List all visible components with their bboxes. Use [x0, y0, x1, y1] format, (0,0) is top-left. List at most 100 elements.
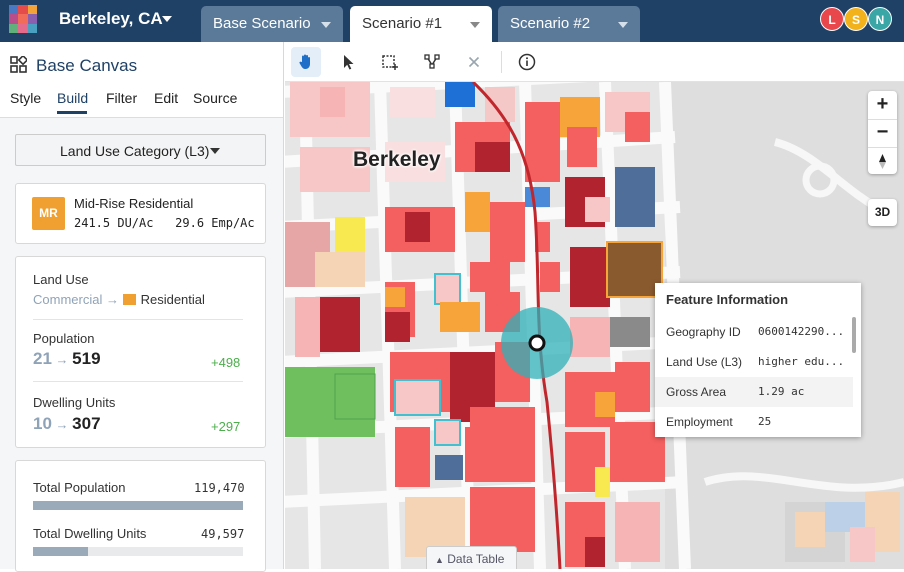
dwelling-units-from: 10 — [33, 414, 52, 433]
population-label: Population — [33, 331, 95, 346]
total-dwelling-units-value: 49,597 — [201, 527, 245, 541]
total-population-bar — [33, 501, 243, 510]
total-dwelling-units-bar — [33, 547, 243, 556]
map-place-label: Berkeley — [353, 148, 441, 171]
map-toolbar — [285, 42, 904, 82]
dwelling-units-label: Dwelling Units — [33, 395, 116, 410]
vertex-tool-button[interactable] — [417, 47, 447, 77]
feature-info-value: 1.29 ac — [758, 385, 805, 398]
feature-info-row: Land Use (L3) higher edu... — [655, 347, 853, 377]
tab-style[interactable]: Style — [10, 90, 41, 106]
app-logo[interactable] — [9, 5, 37, 33]
vertex-icon — [424, 54, 440, 69]
data-table-toggle[interactable]: ▲ Data Table — [426, 546, 517, 569]
feature-info-value: higher edu... — [758, 355, 845, 368]
tab-label: Scenario #2 — [510, 15, 591, 32]
total-dwelling-units-bar-fill — [33, 547, 88, 556]
toolbar-divider — [501, 51, 502, 73]
hand-tool-button[interactable] — [291, 47, 321, 77]
land-use-to: Residential — [140, 292, 205, 307]
building-type-badge: MR — [32, 197, 65, 230]
compass-icon — [879, 154, 886, 169]
building-type-stats: 241.5 DU/Ac 29.6 Emp/Ac — [74, 216, 255, 230]
feature-info-key: Geography ID — [666, 325, 741, 339]
hand-icon — [299, 54, 310, 69]
arrow-right-icon: → — [55, 417, 69, 432]
change-summary-card: Land Use Commercial → Residential Popula… — [15, 256, 266, 448]
box-select-tool-button[interactable] — [375, 47, 405, 77]
chevron-down-icon[interactable] — [618, 22, 628, 28]
map-canvas[interactable]: Berkeley + − 3D ▲ Data Table Feature Inf… — [285, 82, 904, 569]
population-to: 519 — [72, 349, 101, 368]
feature-info-title: Feature Information — [666, 292, 789, 307]
dwelling-units-to: 307 — [72, 414, 101, 433]
chevron-down-icon[interactable] — [470, 22, 480, 28]
total-dwelling-units-label: Total Dwelling Units — [33, 526, 147, 541]
building-type-card[interactable]: MR Mid-Rise Residential 241.5 DU/Ac 29.6… — [15, 183, 266, 244]
tab-build[interactable]: Build — [57, 90, 88, 106]
canvas-title: Base Canvas — [36, 56, 138, 75]
tab-filter[interactable]: Filter — [106, 90, 137, 106]
user-avatar[interactable]: L — [820, 7, 844, 31]
close-icon — [468, 56, 480, 68]
grid-layout-icon — [10, 56, 27, 73]
active-tab-indicator — [57, 111, 87, 114]
feature-info-row: Gross Area 1.29 ac — [655, 377, 853, 407]
feature-info-value: 0600142290... — [758, 325, 845, 338]
feature-info-key: Land Use (L3) — [666, 355, 743, 369]
residential-swatch — [122, 294, 136, 305]
tab-source[interactable]: Source — [193, 90, 237, 106]
divider — [33, 381, 243, 382]
feature-info-row: Geography ID 0600142290... — [655, 317, 853, 347]
totals-card: Total Population 119,470 Total Dwelling … — [15, 460, 266, 572]
feature-info-panel: Feature Information Geography ID 0600142… — [655, 283, 861, 437]
total-population-value: 119,470 — [194, 481, 245, 495]
arrow-right-icon: → — [55, 352, 69, 367]
info-icon — [518, 53, 536, 71]
data-table-label: Data Table — [447, 552, 505, 566]
user-avatar[interactable]: N — [868, 7, 892, 31]
city-selector[interactable]: Berkeley, CA — [59, 9, 163, 29]
arrow-right-icon: → — [105, 292, 119, 307]
info-tool-button[interactable] — [512, 47, 542, 77]
chevron-down-icon — [210, 148, 220, 154]
land-use-label: Land Use — [33, 272, 89, 287]
tab-label: Scenario #1 — [362, 15, 443, 32]
tab-edit[interactable]: Edit — [154, 90, 178, 106]
compass-button[interactable] — [868, 147, 897, 174]
building-type-name: Mid-Rise Residential — [74, 196, 194, 211]
clear-tool-button[interactable] — [459, 47, 489, 77]
box-select-icon — [382, 55, 398, 70]
cursor-icon — [344, 55, 354, 70]
tab-scenario-1[interactable]: Scenario #1 — [350, 6, 492, 42]
feature-info-key: Employment — [666, 415, 733, 429]
category-dropdown[interactable]: Land Use Category (L3) — [15, 134, 266, 166]
zoom-in-button[interactable]: + — [868, 91, 897, 118]
top-bar: Berkeley, CA Base Scenario Scenario #1 S… — [0, 0, 904, 42]
land-use-from: Commercial — [33, 292, 103, 307]
tab-scenario-2[interactable]: Scenario #2 — [498, 6, 640, 42]
population-from: 21 — [33, 349, 52, 368]
population-change: 21 → 519 — [33, 349, 101, 369]
tab-label: Base Scenario — [213, 15, 311, 32]
select-tool-button[interactable] — [333, 47, 363, 77]
sidebar-header: Base Canvas Style Build Filter Edit Sour… — [0, 42, 283, 118]
chevron-down-icon[interactable] — [321, 22, 331, 28]
sidebar: Base Canvas Style Build Filter Edit Sour… — [0, 42, 284, 572]
chevron-down-icon[interactable] — [162, 16, 172, 22]
view-3d-button[interactable]: 3D — [868, 199, 897, 226]
user-avatar[interactable]: S — [844, 7, 868, 31]
category-dropdown-value: Land Use Category (L3) — [60, 143, 210, 159]
total-population-bar-fill — [33, 501, 243, 510]
zoom-controls: + − — [868, 91, 897, 174]
land-use-change: Commercial → Residential — [33, 292, 205, 307]
divider — [33, 319, 243, 320]
feature-info-row: Employment 25 — [655, 407, 853, 437]
chevron-up-icon: ▲ — [435, 555, 444, 565]
dwelling-units-delta: +297 — [211, 419, 241, 434]
dwelling-units-change: 10 → 307 — [33, 414, 101, 434]
feature-info-scrollbar[interactable] — [852, 317, 856, 353]
population-delta: +498 — [211, 355, 241, 370]
zoom-out-button[interactable]: − — [868, 119, 897, 146]
tab-base-scenario[interactable]: Base Scenario — [201, 6, 343, 42]
